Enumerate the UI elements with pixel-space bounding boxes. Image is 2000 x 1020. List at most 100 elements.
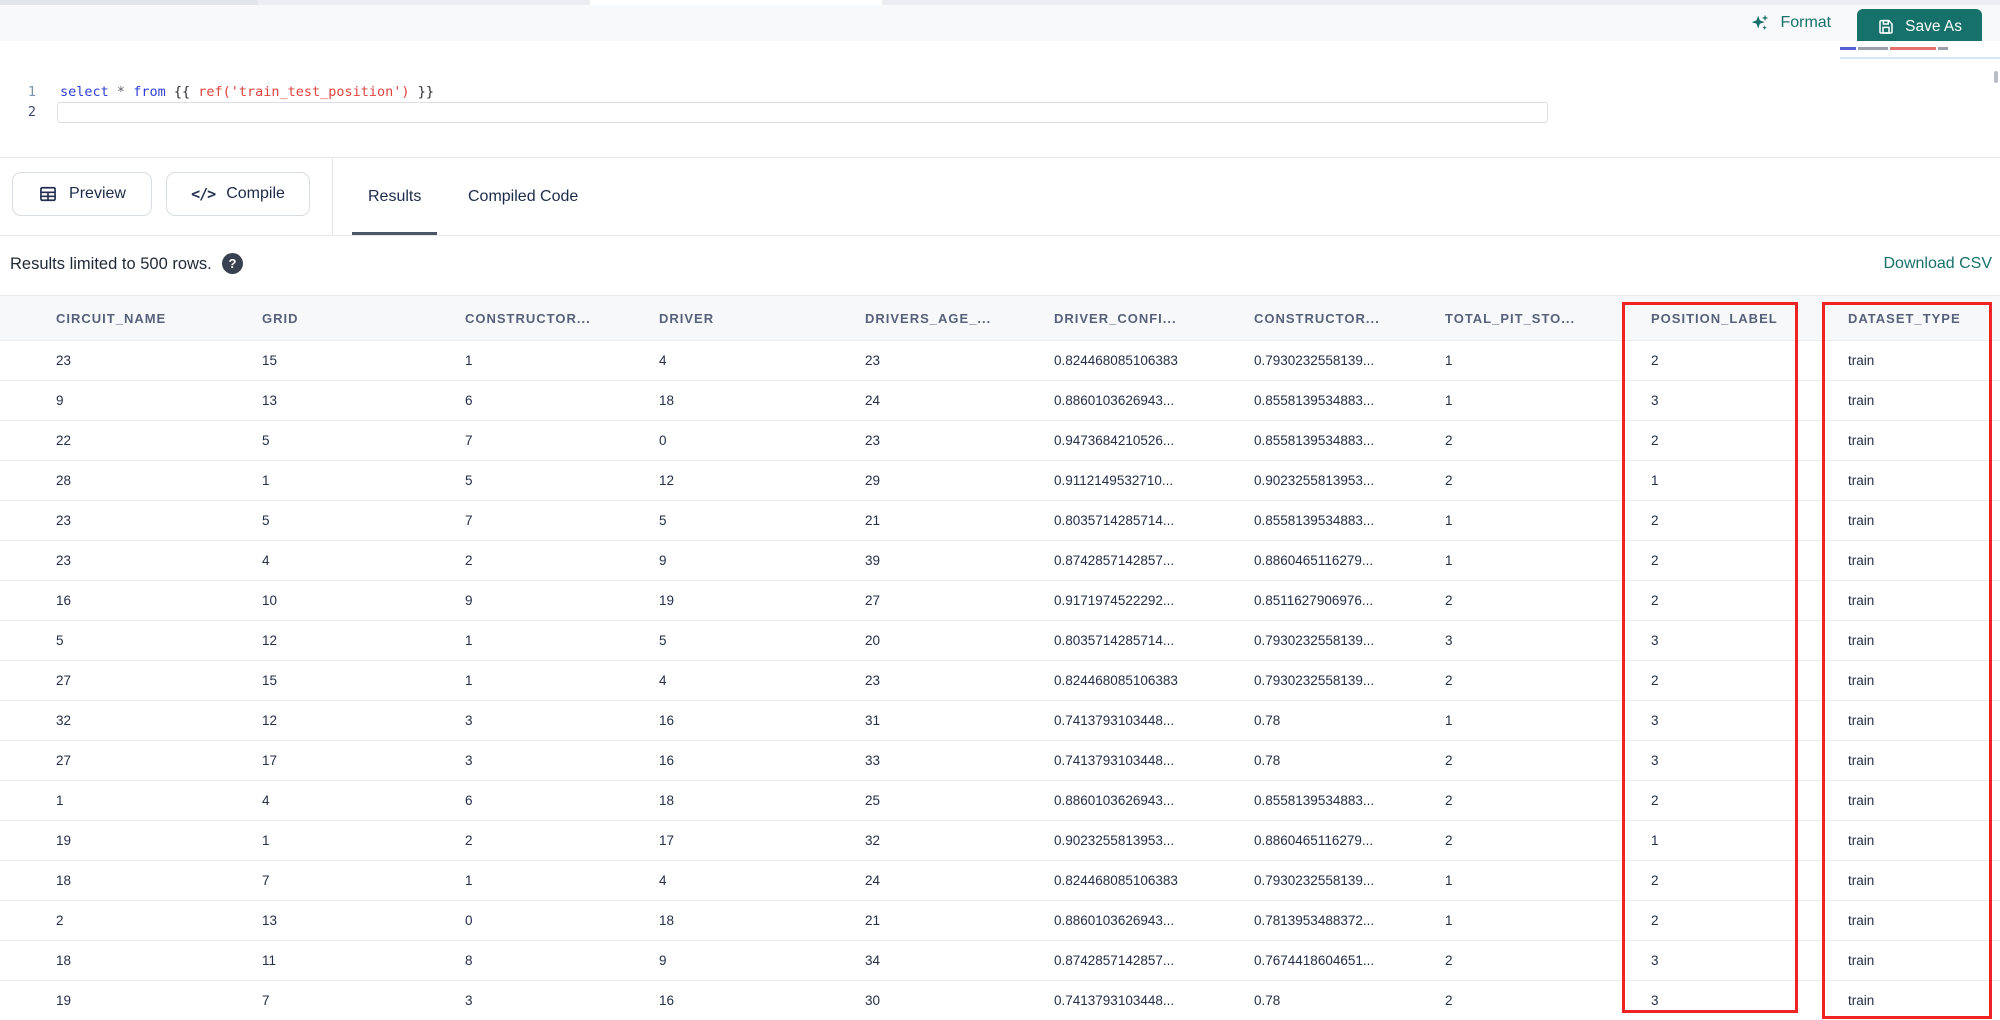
table-cell: 23 — [0, 340, 262, 381]
table-cell: 0.8558139534883... — [1254, 380, 1445, 421]
table-cell: train — [1848, 820, 2000, 861]
table-cell: 24 — [865, 380, 1054, 421]
column-header-drivers-age[interactable]: DRIVERS_AGE_... — [865, 295, 1054, 341]
table-cell: train — [1848, 380, 2000, 421]
table-cell: 0.824468085106383 — [1054, 860, 1254, 901]
column-header-driver[interactable]: DRIVER — [659, 295, 865, 341]
table-cell: 0.8860465116279... — [1254, 540, 1445, 581]
column-header-position-label[interactable]: POSITION_LABEL — [1651, 295, 1848, 341]
table-cell: 8 — [465, 940, 659, 981]
table-cell: train — [1848, 980, 2000, 1020]
table-cell: 0.824468085106383 — [1054, 340, 1254, 381]
table-cell: train — [1848, 700, 2000, 741]
table-cell: 7 — [262, 980, 465, 1020]
table-cell: 7 — [465, 420, 659, 461]
code-token: ref('train_test_position') — [198, 84, 410, 100]
line-number-1: 1 — [27, 84, 36, 100]
table-cell: 2 — [1445, 460, 1651, 501]
column-header-constructor[interactable]: CONSTRUCTOR... — [1254, 295, 1445, 341]
table-cell: 0.7413793103448... — [1054, 980, 1254, 1020]
table-cell: 1 — [1445, 340, 1651, 381]
editor-minimap[interactable] — [1840, 46, 1962, 52]
table-cell: 2 — [1651, 540, 1848, 581]
table-row: 23 4 2 9 39 0.8742857142857... 0.8860465116279… — [0, 540, 2000, 581]
table-cell: 5 — [262, 500, 465, 541]
table-cell: 28 — [0, 460, 262, 501]
table-cell: 23 — [0, 540, 262, 581]
download-csv-link[interactable]: Download CSV — [1884, 255, 1993, 273]
compile-button-label: Compile — [226, 185, 285, 202]
save-as-button[interactable]: Save As — [1857, 8, 1982, 46]
table-cell: 18 — [0, 940, 262, 981]
table-cell: 21 — [865, 900, 1054, 941]
tab-results[interactable]: Results — [352, 158, 438, 235]
table-cell: 25 — [865, 780, 1054, 821]
column-header-circuit-name[interactable]: CIRCUIT_NAME — [0, 295, 262, 341]
table-cell: 1 — [1445, 500, 1651, 541]
table-cell: 4 — [659, 340, 865, 381]
table-row: 19 1 2 17 32 0.9023255813953... 0.886046511627… — [0, 820, 2000, 861]
column-header-dataset-type[interactable]: DATASET_TYPE — [1848, 295, 2000, 341]
table-cell: 0.7930232558139... — [1254, 860, 1445, 901]
table-cell: 0.7413793103448... — [1054, 700, 1254, 741]
format-button[interactable]: Format — [1749, 12, 1831, 34]
tab-compiled-code[interactable]: Compiled Code — [458, 158, 588, 235]
table-row: 18 7 1 4 24 0.824468085106383 0.7930232558139.… — [0, 860, 2000, 901]
table-cell: 0.78 — [1254, 980, 1445, 1020]
table-cell: 3 — [465, 700, 659, 741]
column-header-total-pit-sto[interactable]: TOTAL_PIT_STO... — [1445, 295, 1651, 341]
table-cell: 16 — [659, 700, 865, 741]
table-cell: 2 — [1445, 660, 1651, 701]
table-cell: 1 — [262, 820, 465, 861]
table-cell: 0.7413793103448... — [1054, 740, 1254, 781]
table-cell: 15 — [262, 340, 465, 381]
sql-editor[interactable]: 1 2 select * from {{ ref('train_test_pos… — [0, 41, 2000, 157]
table-cell: 2 — [1651, 660, 1848, 701]
table-cell: 3 — [1445, 620, 1651, 661]
table-cell: 0.9023255813953... — [1254, 460, 1445, 501]
editor-scrollbar[interactable] — [1994, 71, 1998, 83]
minimap-mark — [1858, 47, 1888, 50]
table-cell: train — [1848, 900, 2000, 941]
table-cell: train — [1848, 460, 2000, 501]
table-cell: 1 — [465, 660, 659, 701]
table-cell: 2 — [1651, 900, 1848, 941]
table-cell: 1 — [465, 340, 659, 381]
column-header-constructor[interactable]: CONSTRUCTOR... — [465, 295, 659, 341]
preview-button[interactable]: Preview — [12, 172, 152, 216]
table-cell: 5 — [0, 620, 262, 661]
results-table: CIRCUIT_NAME GRID CONSTRUCTOR... DRIVER DRIV… — [0, 295, 2000, 1020]
table-row: 1 4 6 18 25 0.8860103626943... 0.8558139534883… — [0, 780, 2000, 821]
table-cell: 3 — [1651, 700, 1848, 741]
table-cell: 4 — [659, 860, 865, 901]
table-cell: train — [1848, 580, 2000, 621]
table-cell: 1 — [1445, 700, 1651, 741]
active-line-highlight[interactable] — [57, 102, 1548, 123]
table-cell: 1 — [262, 460, 465, 501]
compile-button[interactable]: </> Compile — [166, 172, 310, 216]
table-cell: 9 — [659, 940, 865, 981]
column-header-driver-confi[interactable]: DRIVER_CONFI... — [1054, 295, 1254, 341]
help-icon[interactable]: ? — [222, 253, 243, 274]
table-cell: 21 — [865, 500, 1054, 541]
table-cell: 29 — [865, 460, 1054, 501]
column-header-grid[interactable]: GRID — [262, 295, 465, 341]
preview-button-label: Preview — [69, 185, 126, 202]
table-cell: 1 — [0, 780, 262, 821]
table-cell: 22 — [0, 420, 262, 461]
table-row: 27 15 1 4 23 0.824468085106383 0.7930232558139… — [0, 660, 2000, 701]
table-cell: 0.8860103626943... — [1054, 780, 1254, 821]
table-cell: train — [1848, 540, 2000, 581]
table-row: 16 10 9 19 27 0.9171974522292... 0.85116279069… — [0, 580, 2000, 621]
table-cell: 17 — [262, 740, 465, 781]
table-cell: 10 — [262, 580, 465, 621]
table-cell: 0.8860103626943... — [1054, 380, 1254, 421]
table-cell: 27 — [865, 580, 1054, 621]
table-cell: 0.8558139534883... — [1254, 780, 1445, 821]
code-line[interactable]: select * from {{ ref('train_test_positio… — [60, 84, 434, 100]
table-cell: 1 — [1651, 820, 1848, 861]
format-button-label: Format — [1780, 14, 1832, 31]
table-cell: 34 — [865, 940, 1054, 981]
minimap-mark — [1840, 47, 1856, 50]
